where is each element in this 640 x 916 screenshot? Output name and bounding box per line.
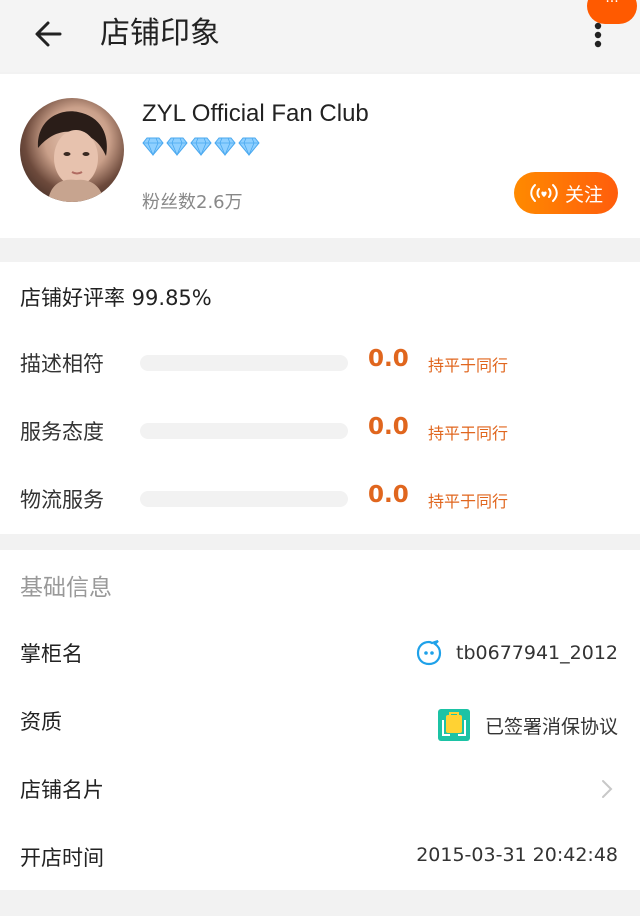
wangwang-chat-icon[interactable] bbox=[416, 640, 442, 666]
message-badge[interactable]: ··· bbox=[587, 0, 637, 24]
info-value: tb0677941_2012 bbox=[416, 640, 618, 666]
top-bar: 店铺印象 ··· bbox=[0, 0, 640, 72]
shop-profile-card: ZYL Official Fan Club 粉丝数2.6万 关注 bbox=[0, 74, 640, 238]
rating-label: 描述相符 bbox=[20, 352, 104, 376]
rating-score: 0.0 bbox=[368, 346, 409, 372]
basic-info-card: 基础信息 掌柜名 tb0677941_2012 资质 已签署消保协议 店铺名片 … bbox=[0, 550, 640, 890]
page-title: 店铺印象 bbox=[100, 16, 220, 51]
diamond-icon bbox=[166, 137, 188, 156]
diamond-icon bbox=[142, 137, 164, 156]
shop-name: ZYL Official Fan Club bbox=[142, 100, 369, 127]
open-time-value: 2015-03-31 20:42:48 bbox=[416, 844, 618, 866]
rating-compare: 持平于同行 bbox=[428, 356, 509, 375]
info-row-open-time: 开店时间 2015-03-31 20:42:48 bbox=[20, 836, 620, 876]
consumer-protection-icon bbox=[437, 709, 470, 741]
rating-score: 0.0 bbox=[368, 414, 409, 440]
info-label: 开店时间 bbox=[20, 846, 104, 870]
diamond-icon bbox=[214, 137, 236, 156]
rating-score: 0.0 bbox=[368, 482, 409, 508]
shop-level-diamonds bbox=[142, 136, 260, 160]
info-value: 已签署消保协议 bbox=[437, 708, 618, 742]
rating-compare: 持平于同行 bbox=[428, 492, 509, 511]
fans-count: 粉丝数2.6万 bbox=[142, 192, 243, 213]
diamond-icon bbox=[238, 137, 260, 156]
broadcast-icon bbox=[530, 184, 558, 202]
info-label: 资质 bbox=[20, 710, 62, 734]
rating-bar bbox=[140, 355, 348, 371]
rating-label: 服务态度 bbox=[20, 420, 104, 444]
rating-compare: 持平于同行 bbox=[428, 424, 509, 443]
rating-bar bbox=[140, 491, 348, 507]
rating-bar bbox=[140, 423, 348, 439]
good-rate: 店铺好评率 99.85% bbox=[20, 286, 212, 310]
rating-row-logistics: 物流服务 0.0 持平于同行 bbox=[20, 478, 630, 518]
info-row-qualification[interactable]: 资质 已签署消保协议 bbox=[20, 700, 620, 742]
rating-row-service: 服务态度 0.0 持平于同行 bbox=[20, 410, 630, 450]
rating-row-description: 描述相符 0.0 持平于同行 bbox=[20, 342, 630, 382]
back-arrow-icon[interactable] bbox=[30, 14, 70, 54]
avatar[interactable] bbox=[20, 98, 124, 202]
ratings-card: 店铺好评率 99.85% 描述相符 0.0 持平于同行 服务态度 0.0 持平于… bbox=[0, 262, 640, 534]
info-row-shopkeeper[interactable]: 掌柜名 tb0677941_2012 bbox=[20, 632, 620, 672]
info-label: 店铺名片 bbox=[20, 778, 104, 802]
info-label: 掌柜名 bbox=[20, 642, 83, 666]
info-row-shop-card[interactable]: 店铺名片 bbox=[20, 768, 620, 808]
shopkeeper-name: tb0677941_2012 bbox=[456, 642, 618, 664]
follow-label: 关注 bbox=[564, 183, 603, 206]
info-value: 2015-03-31 20:42:48 bbox=[416, 844, 618, 866]
chevron-right-icon[interactable] bbox=[600, 778, 614, 800]
rating-label: 物流服务 bbox=[20, 488, 104, 512]
section-title: 基础信息 bbox=[20, 575, 112, 601]
diamond-icon bbox=[190, 137, 212, 156]
follow-button[interactable]: 关注 bbox=[514, 172, 618, 214]
qualification-value: 已签署消保协议 bbox=[484, 715, 618, 738]
